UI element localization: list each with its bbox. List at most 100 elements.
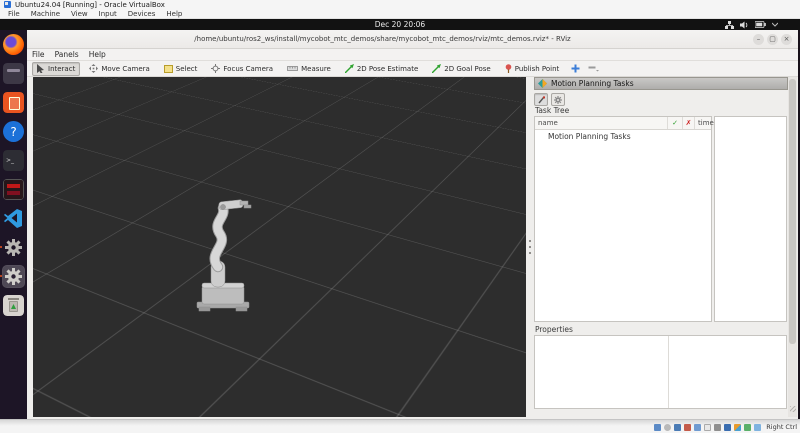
rviz-window: /home/ubuntu/ros2_ws/install/mycobot_mtc… (27, 30, 798, 419)
scrollbar-thumb[interactable] (789, 79, 796, 344)
robot-arm[interactable] (181, 195, 261, 313)
dock-item-vscode[interactable] (3, 208, 24, 229)
measure-tool-button[interactable]: Measure (282, 62, 336, 76)
dock-item-media-player[interactable] (3, 179, 24, 200)
vbox-menu-view[interactable]: View (71, 10, 88, 18)
motion-planning-tasks-header[interactable]: Motion Planning Tasks (534, 77, 788, 90)
rviz-menu-panels[interactable]: Panels (55, 50, 79, 59)
add-tool-button[interactable] (568, 63, 582, 75)
display-icon[interactable] (714, 423, 722, 431)
task-tree-table[interactable]: name ✓ ✗ time Motion Planning Tasks (534, 116, 714, 322)
keyboard-icon[interactable] (754, 423, 762, 431)
select-tool-button[interactable]: Select (159, 62, 203, 76)
hdd-icon[interactable] (654, 423, 662, 431)
usb-icon[interactable] (694, 423, 702, 431)
vbox-menu-machine[interactable]: Machine (31, 10, 60, 18)
splitter-handle (529, 240, 531, 254)
optical-disk-icon[interactable] (664, 423, 672, 431)
panel-settings-button[interactable] (551, 93, 565, 106)
properties-pane[interactable] (534, 335, 787, 409)
rviz-titlebar[interactable]: /home/ubuntu/ros2_ws/install/mycobot_mtc… (27, 30, 798, 49)
exec-solution-button[interactable] (534, 93, 548, 106)
panel-scrollbar[interactable] (788, 77, 797, 417)
dock-item-settings-active[interactable] (2, 265, 25, 288)
3d-viewport[interactable] (33, 77, 526, 417)
task-tree-row[interactable]: Motion Planning Tasks (535, 130, 711, 142)
ubuntu-dock: ? >_ (0, 30, 27, 419)
vbox-status-icons: Right Ctrl (654, 422, 797, 432)
vbox-menu-help[interactable]: Help (166, 10, 182, 18)
close-button[interactable]: × (781, 34, 792, 45)
pose-estimate-tool-button[interactable]: 2D Pose Estimate (340, 62, 423, 76)
gear-icon (554, 95, 562, 104)
media-player-icon (3, 179, 24, 200)
volume-icon (740, 21, 748, 28)
focus-crosshair-icon (211, 64, 221, 73)
vbox-menu-devices[interactable]: Devices (128, 10, 156, 18)
gnome-clock[interactable]: Dec 20 20:06 (0, 20, 800, 29)
select-box-icon (163, 64, 173, 73)
dock-item-firefox[interactable] (3, 34, 24, 55)
network-icon (725, 20, 734, 29)
rviz-window-title: /home/ubuntu/ros2_ws/install/mycobot_mtc… (194, 35, 571, 43)
minimize-button[interactable]: – (753, 34, 764, 45)
goal-pose-tool-button[interactable]: 2D Goal Pose (427, 62, 495, 76)
maximize-button[interactable]: ▢ (767, 34, 778, 45)
terminal-icon: >_ (3, 150, 24, 171)
running-indicator-dot (0, 275, 2, 277)
audio-icon[interactable] (674, 423, 682, 431)
ground-grid (33, 77, 526, 417)
virtualbox-logo-icon (4, 1, 11, 8)
dock-item-files[interactable] (3, 63, 24, 84)
viewport-panel-splitter[interactable] (526, 77, 534, 417)
help-icon: ? (3, 121, 24, 142)
features-icon[interactable] (734, 423, 742, 431)
dock-item-help[interactable]: ? (3, 121, 24, 142)
remove-tool-button[interactable] (586, 63, 600, 75)
task-tree-header[interactable]: name ✓ ✗ time (535, 117, 714, 130)
panel-title: Motion Planning Tasks (551, 79, 634, 88)
publish-point-tool-button[interactable]: Publish Point (500, 62, 565, 76)
trash-icon (3, 295, 24, 316)
dock-item-terminal[interactable]: >_ (3, 150, 24, 171)
desktop: ? >_ /home/ubuntu/ros2_ws/install/mycobo… (0, 30, 800, 419)
focus-camera-tool-button[interactable]: Focus Camera (206, 62, 278, 76)
vbox-titlebar: Ubuntu24.04 [Running] - Oracle VirtualBo… (0, 0, 800, 9)
pin-icon (505, 64, 512, 73)
marker-pen-icon (537, 95, 545, 103)
vbox-menu-input[interactable]: Input (99, 10, 117, 18)
rviz-menu-help[interactable]: Help (89, 50, 106, 59)
rviz-menubar: File Panels Help (27, 49, 798, 61)
running-indicator-dot (0, 246, 2, 248)
green-arrow-icon (432, 64, 442, 73)
mouse-integration-icon[interactable] (744, 423, 752, 431)
interact-tool-button[interactable]: Interact (32, 61, 81, 76)
vbox-window-title: Ubuntu24.04 [Running] - Oracle VirtualBo… (15, 0, 165, 9)
vbox-menu-file[interactable]: File (8, 10, 20, 18)
dock-item-trash[interactable] (3, 295, 24, 316)
vscode-icon (4, 209, 22, 228)
chevron-down-icon (772, 22, 778, 27)
gnome-system-tray[interactable] (725, 20, 778, 29)
moveit-task-icon (538, 79, 547, 88)
files-icon (3, 63, 24, 84)
rviz-menu-file[interactable]: File (32, 50, 45, 59)
network-adapter-icon[interactable] (684, 423, 692, 431)
solutions-pane[interactable] (714, 116, 787, 322)
cursor-icon (37, 64, 44, 73)
firefox-icon (3, 34, 24, 55)
column-failure-icon[interactable]: ✗ (683, 117, 695, 129)
gear-icon (5, 268, 22, 285)
column-time[interactable]: time (695, 117, 714, 129)
column-name[interactable]: name (535, 117, 668, 129)
ubuntu-software-icon (3, 92, 24, 113)
vbox-menubar: File Machine View Input Devices Help (0, 9, 800, 19)
recording-icon[interactable] (724, 423, 732, 431)
resize-grip[interactable] (790, 406, 796, 412)
move-camera-tool-button[interactable]: Move Camera (84, 62, 154, 76)
dock-item-ubuntu-software[interactable] (3, 92, 24, 113)
column-success-icon[interactable]: ✓ (668, 117, 683, 129)
shared-folders-icon[interactable] (704, 423, 712, 431)
dock-item-settings[interactable] (3, 237, 24, 258)
properties-divider (668, 336, 669, 408)
